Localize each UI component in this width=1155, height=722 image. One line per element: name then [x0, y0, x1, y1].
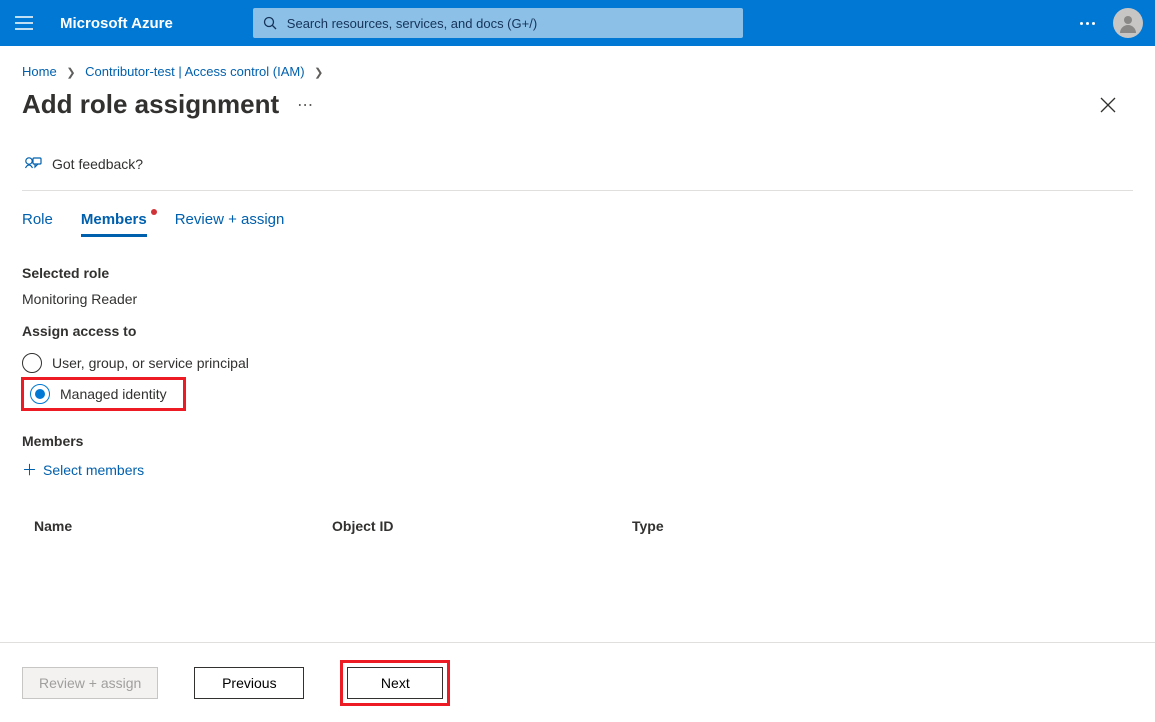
title-row: Add role assignment ⋯ [0, 85, 1155, 138]
radio-mi-label: Managed identity [60, 386, 167, 402]
radio-user-group[interactable]: User, group, or service principal [22, 349, 1133, 377]
highlight-next: Next [340, 660, 450, 706]
members-label: Members [22, 433, 1133, 449]
next-button[interactable]: Next [347, 667, 443, 699]
breadcrumb: Home ❯ Contributor-test | Access control… [0, 46, 1155, 85]
col-object-id: Object ID [332, 518, 632, 534]
page-title: Add role assignment [22, 89, 279, 120]
tab-members-label: Members [81, 211, 147, 228]
more-icon[interactable] [1080, 22, 1095, 25]
col-type: Type [632, 518, 1133, 534]
hamburger-menu-icon[interactable] [12, 11, 36, 35]
tab-role[interactable]: Role [22, 211, 53, 237]
plus-icon: ＋ [22, 459, 37, 480]
chevron-right-icon: ❯ [314, 67, 323, 79]
footer-bar: Review + assign Previous Next [0, 642, 1155, 722]
brand-label: Microsoft Azure [60, 15, 173, 32]
attention-dot-icon [151, 209, 157, 215]
feedback-label: Got feedback? [52, 156, 143, 172]
radio-selected-icon[interactable] [30, 384, 50, 404]
chevron-right-icon: ❯ [66, 67, 75, 79]
review-assign-button: Review + assign [22, 667, 158, 699]
select-members-label: Select members [43, 462, 144, 478]
radio-user-label: User, group, or service principal [52, 355, 249, 371]
user-avatar[interactable] [1113, 8, 1143, 38]
selected-role-value: Monitoring Reader [22, 291, 1133, 307]
search-placeholder: Search resources, services, and docs (G+… [287, 16, 537, 31]
radio-icon[interactable] [22, 353, 42, 373]
search-icon [263, 16, 277, 30]
assign-access-label: Assign access to [22, 323, 1133, 339]
radio-managed-identity[interactable]: Managed identity [26, 384, 167, 404]
col-name: Name [22, 518, 332, 534]
highlight-managed-identity: Managed identity [21, 377, 186, 411]
select-members-link[interactable]: ＋ Select members [22, 459, 1133, 480]
tab-members[interactable]: Members [81, 211, 147, 237]
selected-role-label: Selected role [22, 265, 1133, 281]
top-bar: Microsoft Azure Search resources, servic… [0, 0, 1155, 46]
breadcrumb-home[interactable]: Home [22, 64, 57, 79]
close-icon[interactable] [1099, 96, 1117, 114]
previous-button[interactable]: Previous [194, 667, 304, 699]
content-scroll[interactable]: Got feedback? Role Members Review + assi… [0, 146, 1155, 642]
breadcrumb-parent[interactable]: Contributor-test | Access control (IAM) [85, 64, 304, 79]
tab-review[interactable]: Review + assign [175, 211, 285, 237]
global-search-input[interactable]: Search resources, services, and docs (G+… [253, 8, 743, 38]
title-more-icon[interactable]: ⋯ [297, 95, 315, 115]
members-table-header: Name Object ID Type [22, 510, 1133, 542]
feedback-icon [22, 154, 42, 174]
feedback-link[interactable]: Got feedback? [22, 146, 1133, 191]
tabs: Role Members Review + assign [22, 211, 1133, 237]
